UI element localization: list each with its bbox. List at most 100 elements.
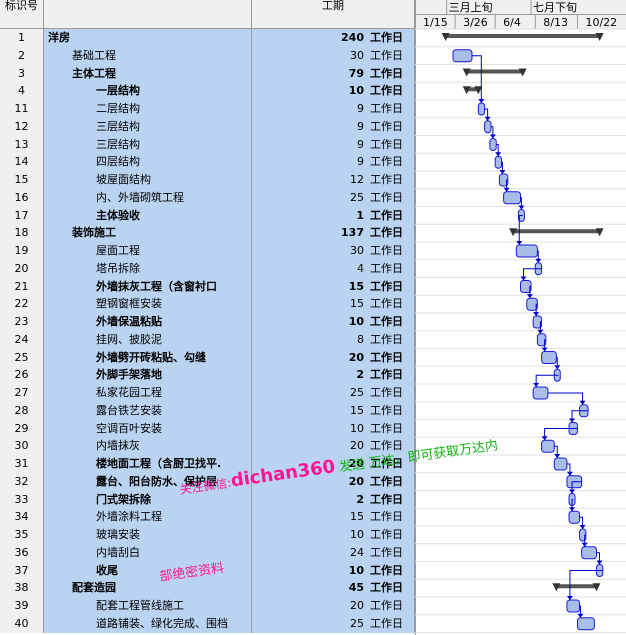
task-name-cell[interactable]: 三层结构 — [44, 135, 252, 154]
table-row[interactable]: 19 屋面工程 30 工作日 — [0, 242, 415, 260]
task-name-cell[interactable]: 坡屋面结构 — [44, 171, 252, 189]
task-name-cell[interactable]: 内墙抹灰 — [44, 437, 252, 456]
task-name-cell[interactable]: 外墙保温粘贴 — [44, 313, 252, 331]
task-id-cell[interactable]: 17 — [0, 206, 44, 225]
table-row[interactable]: 14 四层结构 9 工作日 — [0, 153, 415, 172]
table-row[interactable]: 27 私家花园工程 25 工作日 — [0, 384, 415, 402]
task-id-cell[interactable]: 13 — [0, 135, 44, 154]
task-duration-cell[interactable]: 10 工作日 — [252, 419, 415, 438]
task-name-cell[interactable]: 二层结构 — [44, 100, 252, 118]
table-row[interactable]: 29 空调百叶安装 10 工作日 — [0, 419, 415, 438]
table-row[interactable]: 20 塔吊拆除 4 工作日 — [0, 259, 415, 278]
task-id-cell[interactable]: 21 — [0, 277, 44, 296]
task-id-cell[interactable]: 19 — [0, 242, 44, 260]
task-duration-cell[interactable]: 10 工作日 — [252, 561, 415, 580]
task-id-cell[interactable]: 23 — [0, 313, 44, 331]
task-name-cell[interactable]: 四层结构 — [44, 153, 252, 172]
task-id-cell[interactable]: 31 — [0, 455, 44, 473]
task-name-cell[interactable]: 塑钢窗框安装 — [44, 295, 252, 314]
task-id-cell[interactable]: 22 — [0, 295, 44, 314]
task-duration-cell[interactable]: 30 工作日 — [252, 242, 415, 260]
task-name-cell[interactable]: 玻璃安装 — [44, 526, 252, 544]
task-name-cell[interactable]: 基础工程 — [44, 46, 252, 65]
table-row[interactable]: 34 外墙涂料工程 15 工作日 — [0, 508, 415, 527]
table-row[interactable]: 23 外墙保温粘贴 10 工作日 — [0, 313, 415, 331]
task-name-cell[interactable]: 洋房 — [44, 29, 252, 47]
task-duration-cell[interactable]: 2 工作日 — [252, 366, 415, 385]
task-duration-cell[interactable]: 25 工作日 — [252, 188, 415, 207]
task-id-cell[interactable]: 12 — [0, 117, 44, 136]
task-id-cell[interactable]: 18 — [0, 224, 44, 243]
task-duration-cell[interactable]: 20 工作日 — [252, 348, 415, 367]
task-duration-cell[interactable]: 20 工作日 — [252, 597, 415, 615]
task-duration-cell[interactable]: 24 工作日 — [252, 543, 415, 562]
table-row[interactable]: 21 外墙抹灰工程（含窗衬口 15 工作日 — [0, 277, 415, 296]
table-row[interactable]: 12 三层结构 9 工作日 — [0, 117, 415, 136]
task-name-cell[interactable]: 楼地面工程（含厨卫找平. — [44, 455, 252, 473]
task-id-cell[interactable]: 33 — [0, 490, 44, 509]
task-id-cell[interactable]: 20 — [0, 259, 44, 278]
task-name-cell[interactable]: 露台铁艺安装 — [44, 401, 252, 420]
table-row[interactable]: 3 主体工程 79 工作日 — [0, 64, 415, 83]
table-row[interactable]: 22 塑钢窗框安装 15 工作日 — [0, 295, 415, 314]
task-id-cell[interactable]: 29 — [0, 419, 44, 438]
task-name-cell[interactable]: 塔吊拆除 — [44, 259, 252, 278]
task-id-cell[interactable]: 26 — [0, 366, 44, 385]
table-row[interactable]: 26 外脚手架落地 2 工作日 — [0, 366, 415, 385]
table-row[interactable]: 2 基础工程 30 工作日 — [0, 46, 415, 65]
task-duration-cell[interactable]: 9 工作日 — [252, 100, 415, 118]
table-row[interactable]: 11 二层结构 9 工作日 — [0, 100, 415, 118]
task-id-cell[interactable]: 11 — [0, 100, 44, 118]
task-duration-cell[interactable]: 30 工作日 — [252, 46, 415, 65]
task-name-cell[interactable]: 三层结构 — [44, 117, 252, 136]
task-name-cell[interactable]: 道路铺装、绿化完成、围档 — [44, 614, 252, 633]
task-id-cell[interactable]: 4 — [0, 82, 44, 101]
task-name-cell[interactable]: 外墙抹灰工程（含窗衬口 — [44, 277, 252, 296]
task-duration-cell[interactable]: 1 工作日 — [252, 206, 415, 225]
task-duration-cell[interactable]: 10 工作日 — [252, 313, 415, 331]
task-duration-cell[interactable]: 9 工作日 — [252, 117, 415, 136]
task-id-cell[interactable]: 25 — [0, 348, 44, 367]
duration-column-header[interactable]: 工期 — [252, 0, 415, 29]
table-row[interactable]: 35 玻璃安装 10 工作日 — [0, 526, 415, 544]
table-row[interactable]: 25 外墙劈开砖粘贴、勾缝 20 工作日 — [0, 348, 415, 367]
task-duration-cell[interactable]: 8 工作日 — [252, 330, 415, 349]
table-row[interactable]: 17 主体验收 1 工作日 — [0, 206, 415, 225]
task-id-cell[interactable]: 38 — [0, 579, 44, 598]
task-duration-cell[interactable]: 4 工作日 — [252, 259, 415, 278]
task-id-cell[interactable]: 3 — [0, 64, 44, 83]
task-duration-cell[interactable]: 2 工作日 — [252, 490, 415, 509]
task-id-cell[interactable]: 27 — [0, 384, 44, 402]
task-name-cell[interactable]: 主体验收 — [44, 206, 252, 225]
task-duration-cell[interactable]: 25 工作日 — [252, 614, 415, 633]
task-id-cell[interactable]: 37 — [0, 561, 44, 580]
task-name-cell[interactable]: 空调百叶安装 — [44, 419, 252, 438]
task-duration-cell[interactable]: 137 工作日 — [252, 224, 415, 243]
task-duration-cell[interactable]: 15 工作日 — [252, 295, 415, 314]
task-name-cell[interactable]: 私家花园工程 — [44, 384, 252, 402]
task-name-cell[interactable]: 一层结构 — [44, 82, 252, 101]
task-duration-cell[interactable]: 9 工作日 — [252, 135, 415, 154]
task-duration-cell[interactable]: 10 工作日 — [252, 526, 415, 544]
task-id-cell[interactable]: 39 — [0, 597, 44, 615]
table-row[interactable]: 39 配套工程管线施工 20 工作日 — [0, 597, 415, 615]
name-column-header[interactable] — [44, 0, 252, 29]
table-row[interactable]: 40 道路铺装、绿化完成、围档 25 工作日 — [0, 614, 415, 633]
table-row[interactable]: 38 配套造园 45 工作日 — [0, 579, 415, 598]
table-row[interactable]: 1 洋房 240 工作日 — [0, 29, 415, 47]
table-row[interactable]: 4 一层结构 10 工作日 — [0, 82, 415, 101]
task-name-cell[interactable]: 挂网、披胶泥 — [44, 330, 252, 349]
task-duration-cell[interactable]: 45 工作日 — [252, 579, 415, 598]
task-name-cell[interactable]: 内、外墙砌筑工程 — [44, 188, 252, 207]
task-name-cell[interactable]: 装饰施工 — [44, 224, 252, 243]
task-id-cell[interactable]: 34 — [0, 508, 44, 527]
task-name-cell[interactable]: 外脚手架落地 — [44, 366, 252, 385]
task-duration-cell[interactable]: 25 工作日 — [252, 384, 415, 402]
task-name-cell[interactable]: 外墙涂料工程 — [44, 508, 252, 527]
task-id-cell[interactable]: 35 — [0, 526, 44, 544]
table-row[interactable]: 24 挂网、披胶泥 8 工作日 — [0, 330, 415, 349]
task-duration-cell[interactable]: 12 工作日 — [252, 171, 415, 189]
task-duration-cell[interactable]: 9 工作日 — [252, 153, 415, 172]
table-row[interactable]: 15 坡屋面结构 12 工作日 — [0, 171, 415, 189]
task-name-cell[interactable]: 主体工程 — [44, 64, 252, 83]
